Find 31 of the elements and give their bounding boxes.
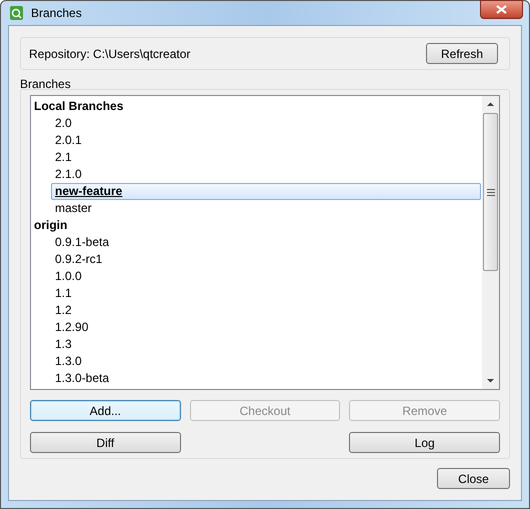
branch-group-label[interactable]: origin <box>31 217 68 234</box>
refresh-button[interactable]: Refresh <box>426 43 498 64</box>
branch-item[interactable]: 1.2 <box>51 302 481 319</box>
window-title: Branches <box>31 5 82 22</box>
branch-item[interactable]: 0.9.1-beta <box>51 234 481 251</box>
action-button[interactable]: Diff <box>30 432 181 453</box>
branch-item[interactable]: 2.1 <box>51 149 481 166</box>
branch-item[interactable]: 1.3.0-beta <box>51 370 481 387</box>
branch-item[interactable]: new-feature <box>51 183 481 200</box>
branch-group-label[interactable]: Local Branches <box>31 98 124 115</box>
close-button[interactable]: Close <box>437 468 510 489</box>
close-window-button[interactable] <box>480 0 523 19</box>
branch-item[interactable]: master <box>51 200 481 217</box>
close-icon <box>496 5 507 14</box>
branch-item[interactable]: 1.0.0 <box>51 268 481 285</box>
branch-item[interactable]: 2.0.1 <box>51 132 481 149</box>
branch-item[interactable]: 1.1 <box>51 285 481 302</box>
branch-item[interactable]: 1.3.0 <box>51 353 481 370</box>
branch-item[interactable]: 1.2.90 <box>51 319 481 336</box>
branches-group-title: Branches <box>20 77 71 91</box>
scroll-thumb[interactable] <box>483 113 498 271</box>
repository-label: Repository: C:\Users\qtcreator <box>29 46 190 62</box>
app-logo-icon <box>9 5 25 21</box>
scrollbar[interactable] <box>482 96 499 389</box>
branch-item[interactable]: 0.9.2-rc1 <box>51 251 481 268</box>
action-button[interactable]: Log <box>349 432 500 453</box>
action-button[interactable]: Add... <box>30 400 181 421</box>
branch-item[interactable]: 2.1.0 <box>51 166 481 183</box>
branch-item[interactable]: 1.3 <box>51 336 481 353</box>
branch-item[interactable]: 2.0 <box>51 115 481 132</box>
grip-icon <box>486 188 494 196</box>
